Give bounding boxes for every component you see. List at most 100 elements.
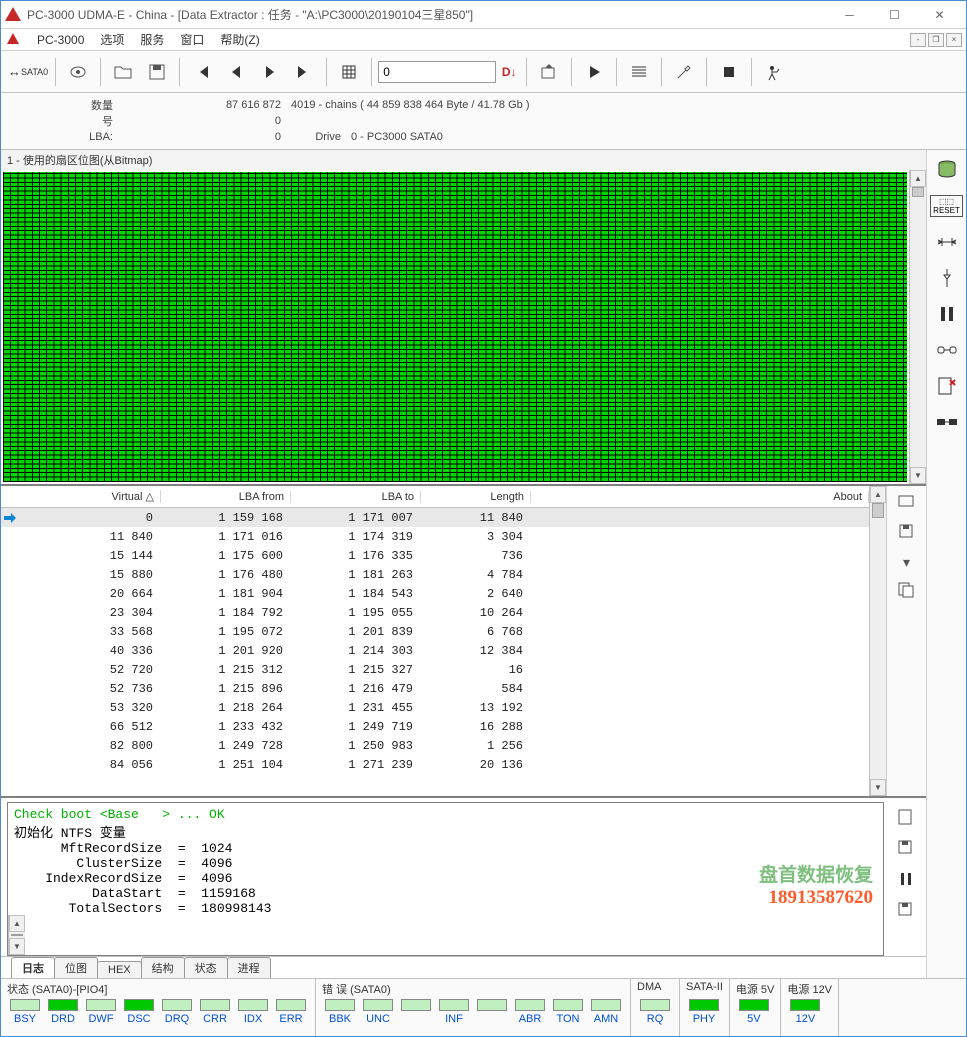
- log-pause-button[interactable]: [896, 870, 916, 891]
- open-button[interactable]: [107, 56, 139, 88]
- list-button[interactable]: [623, 56, 655, 88]
- side-dropdown-icon[interactable]: ▾: [903, 554, 910, 571]
- log-save2-button[interactable]: [896, 901, 916, 922]
- statusbar: 状态 (SATA0)-[PIO4]BSYDRDDWFDSCDRQCRRIDXER…: [1, 978, 966, 1036]
- exit-button[interactable]: [758, 56, 790, 88]
- col-lbato[interactable]: LBA to: [291, 491, 421, 503]
- led-ERR: ERR: [273, 997, 309, 1025]
- delete-doc-icon[interactable]: [933, 374, 961, 398]
- table-row[interactable]: 23 3041 184 7921 195 05510 264: [1, 603, 869, 622]
- play-button[interactable]: [578, 56, 610, 88]
- goto-lba-button[interactable]: D↓: [498, 56, 520, 88]
- lba-input[interactable]: [378, 61, 496, 83]
- table-body[interactable]: 01 159 1681 171 00711 84011 8401 171 016…: [1, 508, 869, 796]
- table-row[interactable]: 20 6641 181 9041 184 5432 640: [1, 584, 869, 603]
- tab-3[interactable]: 结构: [141, 957, 185, 978]
- log-scrollbar[interactable]: ▲▼: [8, 915, 25, 955]
- col-about[interactable]: About: [531, 491, 869, 503]
- measure-icon[interactable]: [933, 230, 961, 254]
- prev-button[interactable]: [220, 56, 252, 88]
- log-copy-button[interactable]: [896, 808, 916, 829]
- sata0-button[interactable]: ↔SATA0: [7, 56, 49, 88]
- status-group-g5: 电源 5V5V: [730, 979, 782, 1036]
- maximize-button[interactable]: ☐: [872, 3, 917, 27]
- tab-2[interactable]: HEX: [97, 961, 142, 978]
- menu-app-label[interactable]: PC-3000: [37, 33, 84, 47]
- table-row[interactable]: 84 0561 251 1041 271 23920 136: [1, 755, 869, 774]
- titlebar[interactable]: PC-3000 UDMA-E - China - [Data Extractor…: [1, 1, 966, 29]
- scroll-up-button[interactable]: ▲: [910, 170, 926, 187]
- table-row[interactable]: 11 8401 171 0161 174 3193 304: [1, 527, 869, 546]
- table-scroll-up[interactable]: ▲: [870, 486, 886, 503]
- main-toolbar: ↔SATA0 D↓: [1, 51, 966, 93]
- table-row[interactable]: 40 3361 201 9201 214 30312 384: [1, 641, 869, 660]
- sector-bitmap[interactable]: [3, 172, 907, 482]
- menu-options[interactable]: 选项: [100, 31, 124, 48]
- bitmap-scrollbar[interactable]: ▲ ▼: [909, 170, 926, 484]
- info-num-label: 号: [11, 113, 121, 129]
- table-row[interactable]: 53 3201 218 2641 231 45513 192: [1, 698, 869, 717]
- first-button[interactable]: [186, 56, 218, 88]
- col-lbafrom[interactable]: LBA from: [161, 491, 291, 503]
- log-output[interactable]: Check boot <Base > ... OK 初始化 NTFS 变量 Mf…: [8, 803, 883, 915]
- info-chains: 4019 - chains ( 44 859 838 464 Byte / 41…: [291, 99, 530, 111]
- table-row[interactable]: 33 5681 195 0721 201 8396 768: [1, 622, 869, 641]
- led-AMN: AMN: [588, 997, 624, 1025]
- log-save-button[interactable]: [896, 839, 916, 860]
- pin-icon[interactable]: [933, 266, 961, 290]
- col-virtual[interactable]: Virtual △: [21, 490, 161, 503]
- tab-0[interactable]: 日志: [11, 957, 55, 978]
- tab-1[interactable]: 位图: [54, 957, 98, 978]
- next-button[interactable]: [254, 56, 286, 88]
- side-save-button[interactable]: [897, 523, 917, 544]
- led-DRQ: DRQ: [159, 997, 195, 1025]
- table-scrollbar[interactable]: ▲ ▼: [869, 486, 886, 796]
- mdi-close-button[interactable]: ×: [946, 33, 962, 47]
- mdi-minimize-button[interactable]: -: [910, 33, 926, 47]
- tools-button[interactable]: [668, 56, 700, 88]
- menu-window[interactable]: 窗口: [180, 31, 204, 48]
- led-RQ: RQ: [637, 997, 673, 1025]
- drive-icon[interactable]: [933, 158, 961, 182]
- side-open-button[interactable]: [897, 492, 917, 513]
- table-row[interactable]: 66 5121 233 4321 249 71916 288: [1, 717, 869, 736]
- led-12V: 12V: [787, 997, 823, 1025]
- led-DSC: DSC: [121, 997, 157, 1025]
- status-group-g6: 电源 12V12V: [781, 979, 839, 1036]
- table-row[interactable]: 82 8001 249 7281 250 9831 256: [1, 736, 869, 755]
- connector-icon[interactable]: [933, 410, 961, 434]
- table-scroll-down[interactable]: ▼: [870, 779, 886, 796]
- scroll-down-button[interactable]: ▼: [910, 467, 926, 484]
- info-num-value: 0: [121, 115, 291, 127]
- table-row[interactable]: 52 7201 215 3121 215 32716: [1, 660, 869, 679]
- tab-5[interactable]: 进程: [227, 957, 271, 978]
- col-length[interactable]: Length: [421, 491, 531, 503]
- info-panel: 数量 87 616 872 4019 - chains ( 44 859 838…: [1, 93, 966, 150]
- chain-icon[interactable]: [933, 338, 961, 362]
- table-header: Virtual △ LBA from LBA to Length About: [1, 486, 869, 508]
- tab-4[interactable]: 状态: [184, 957, 228, 978]
- mdi-restore-button[interactable]: ❐: [928, 33, 944, 47]
- table-row[interactable]: 52 7361 215 8961 216 479584: [1, 679, 869, 698]
- menu-service[interactable]: 服务: [140, 31, 164, 48]
- reset-button[interactable]: ⬚⬚RESET: [933, 194, 961, 218]
- minimize-button[interactable]: ─: [827, 3, 872, 27]
- pause-icon[interactable]: [933, 302, 961, 326]
- table-row[interactable]: 01 159 1681 171 00711 840: [1, 508, 869, 527]
- table-row[interactable]: 15 1441 175 6001 176 335736: [1, 546, 869, 565]
- side-copy-button[interactable]: [897, 581, 917, 602]
- watermark: 盘首数据恢复18913587620: [759, 860, 873, 909]
- led-blank: [398, 997, 434, 1025]
- bitmap-section: 1 - 使用的扇区位图(从Bitmap) ▲ ▼: [1, 150, 926, 486]
- export-button[interactable]: [533, 56, 565, 88]
- close-button[interactable]: ✕: [917, 3, 962, 27]
- stop-button[interactable]: [713, 56, 745, 88]
- table-row[interactable]: 15 8801 176 4801 181 2634 784: [1, 565, 869, 584]
- status-group-g4: SATA-IIPHY: [680, 979, 730, 1036]
- save-button[interactable]: [141, 56, 173, 88]
- grid-toggle-button[interactable]: [333, 56, 365, 88]
- menu-help[interactable]: 帮助(Z): [220, 31, 259, 48]
- drive-settings-button[interactable]: [62, 56, 94, 88]
- info-drive-value: 0 - PC3000 SATA0: [351, 131, 443, 143]
- last-button[interactable]: [288, 56, 320, 88]
